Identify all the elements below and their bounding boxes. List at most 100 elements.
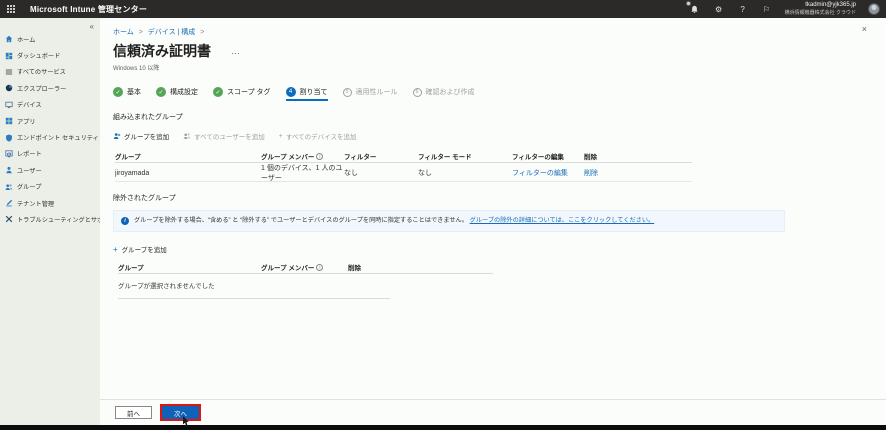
help-icon[interactable]: ? xyxy=(737,3,749,15)
next-button[interactable]: 次へ xyxy=(162,406,199,419)
feedback-flag-icon[interactable]: ⚐ xyxy=(761,3,773,15)
notification-badge xyxy=(685,1,691,6)
tenant-icon xyxy=(4,199,13,208)
col-edit-filter: フィルターの編集 xyxy=(512,153,564,161)
more-menu-icon[interactable]: … xyxy=(231,46,241,56)
group-icon xyxy=(4,182,13,191)
col-delete: 削除 xyxy=(584,153,597,161)
home-icon xyxy=(4,35,13,44)
monitor-icon xyxy=(4,100,13,109)
col-group: グループ xyxy=(115,153,141,161)
annotation-highlight-box: 次へ xyxy=(160,404,201,421)
sidebar-item-users[interactable]: ユーザー xyxy=(0,162,100,178)
excluded-groups-table-header: グループ グループ メンバー i 削除 xyxy=(118,260,493,275)
sidebar-nav: « ホーム ダッシュボード すべてのサービス エクスプローラー デバイス アプリ… xyxy=(0,18,100,425)
step-basics[interactable]: ✓ 基本 xyxy=(113,87,141,101)
step-review-create[interactable]: 6 確認および作成 xyxy=(412,87,475,101)
empty-state-text: グループが選択されませんでした xyxy=(118,274,390,300)
page-subtitle: Windows 10 以降 xyxy=(113,66,160,72)
notifications-bell-icon[interactable] xyxy=(685,1,701,15)
add-excluded-group-button[interactable]: + グループを追加 xyxy=(113,244,886,255)
previous-button[interactable]: 前へ xyxy=(115,406,152,419)
top-bar: Microsoft Intune 管理センター ⚙ ? ⚐ tkadmin@yj… xyxy=(0,0,886,18)
dashboard-icon xyxy=(4,51,13,60)
sidebar-item-home[interactable]: ホーム xyxy=(0,31,100,47)
step-number: 5 xyxy=(342,87,352,97)
add-people-icon xyxy=(183,132,191,141)
info-banner-link[interactable]: グループの除外の詳細については、ここをクリックしてください。 xyxy=(470,217,655,224)
sidebar-item-reports[interactable]: レポート xyxy=(0,146,100,162)
col-filter-mode: フィルター モード xyxy=(418,153,472,161)
cell-members: 1 個のデバイス、1 人のユーザー xyxy=(261,165,343,182)
info-banner-text: グループを除外する場合、“含める” と “除外する” でユーザーとデバイスのグル… xyxy=(134,217,655,224)
sidebar-item-dashboard[interactable]: ダッシュボード xyxy=(0,47,100,63)
account-info[interactable]: tkadmin@yjk365.jp 横浜情報機器株式会社 クラウド xyxy=(785,2,856,16)
col-members: グループ メンバー i xyxy=(261,262,348,272)
avatar[interactable] xyxy=(868,3,880,15)
main-content: ホーム > デバイス | 構成 > 信頼済み証明書 … Windows 10 以… xyxy=(100,18,886,425)
cell-group-name[interactable]: jiroyamada xyxy=(115,170,261,177)
sidebar-item-devices[interactable]: デバイス xyxy=(0,97,100,113)
plus-icon: + xyxy=(278,132,283,140)
check-icon: ✓ xyxy=(213,87,223,97)
sidebar-item-troubleshooting[interactable]: トラブルシューティングとサポート xyxy=(0,211,100,227)
add-group-button[interactable]: グループを追加 xyxy=(113,131,169,141)
check-icon: ✓ xyxy=(156,87,166,97)
sidebar-item-endpoint-security[interactable]: エンドポイント セキュリティ xyxy=(0,129,100,145)
cell-filter-mode: なし xyxy=(418,170,432,177)
add-all-devices-button[interactable]: + すべてのデバイスを追加 xyxy=(278,131,357,142)
col-group: グループ xyxy=(118,264,144,272)
wizard-steps: ✓ 基本 ✓ 構成設定 ✓ スコープ タグ 4 割り当て 5 適用性ルール 6 … xyxy=(113,87,886,101)
info-banner: i グループを除外する場合、“含める” と “除外する” でユーザーとデバイスの… xyxy=(113,210,785,233)
sidebar-item-apps[interactable]: アプリ xyxy=(0,113,100,129)
excluded-groups-table: グループ グループ メンバー i 削除 グループが選択されませんでした xyxy=(118,260,493,300)
page-title: 信頼済み証明書 xyxy=(113,43,211,59)
check-icon: ✓ xyxy=(113,87,123,97)
user-icon xyxy=(4,166,13,175)
add-person-icon xyxy=(113,132,121,141)
sidebar-item-explorer[interactable]: エクスプローラー xyxy=(0,80,100,96)
included-groups-toolbar: グループを追加 すべてのユーザーを追加 + すべてのデバイスを追加 xyxy=(113,131,886,141)
add-all-users-button[interactable]: すべてのユーザーを追加 xyxy=(183,131,265,141)
step-applicability-rules[interactable]: 5 適用性ルール xyxy=(342,87,398,101)
sidebar-item-tenant-admin[interactable]: テナント管理 xyxy=(0,195,100,211)
cell-filter: なし xyxy=(344,170,358,177)
included-groups-heading: 組み込まれたグループ xyxy=(113,114,183,121)
sidebar-collapse-icon[interactable]: « xyxy=(90,22,94,31)
app-launcher-icon[interactable] xyxy=(2,0,20,18)
plus-icon: + xyxy=(113,244,118,254)
delete-link[interactable]: 削除 xyxy=(584,168,630,178)
close-icon[interactable]: × xyxy=(862,24,867,34)
account-email: tkadmin@yjk365.jp xyxy=(805,2,856,9)
shield-icon xyxy=(4,133,13,142)
sidebar-item-all-services[interactable]: すべてのサービス xyxy=(0,64,100,80)
list-icon xyxy=(4,67,13,76)
info-icon: i xyxy=(316,264,324,272)
excluded-groups-heading: 除外されたグループ xyxy=(113,195,176,202)
settings-gear-icon[interactable]: ⚙ xyxy=(713,3,725,15)
col-filter: フィルター xyxy=(344,153,377,161)
col-members: グループ メンバー i xyxy=(261,151,344,161)
included-groups-table-header: グループ グループ メンバー i フィルター フィルター モード フィルターの編集… xyxy=(115,149,692,163)
info-icon: i xyxy=(316,153,324,160)
explorer-icon xyxy=(4,84,13,93)
step-number: 6 xyxy=(412,87,422,97)
troubleshoot-icon xyxy=(4,215,13,224)
table-row: jiroyamada 1 個のデバイス、1 人のユーザー なし なし フィルター… xyxy=(115,163,692,182)
letterbox-band xyxy=(0,425,886,430)
step-assignments[interactable]: 4 割り当て xyxy=(285,87,328,101)
step-configuration[interactable]: ✓ 構成設定 xyxy=(156,87,198,101)
edit-filter-link[interactable]: フィルターの編集 xyxy=(512,168,584,178)
breadcrumb-devices-config[interactable]: デバイス | 構成 xyxy=(148,29,196,36)
included-groups-table: グループ グループ メンバー i フィルター フィルター モード フィルターの編集… xyxy=(115,149,692,182)
info-icon: i xyxy=(121,217,129,225)
breadcrumb: ホーム > デバイス | 構成 > xyxy=(113,29,205,36)
account-organization: 横浜情報機器株式会社 クラウド xyxy=(784,9,856,16)
app-title: Microsoft Intune 管理センター xyxy=(30,4,148,14)
step-scope-tags[interactable]: ✓ スコープ タグ xyxy=(213,87,271,101)
breadcrumb-home[interactable]: ホーム xyxy=(113,29,134,36)
report-chart-icon xyxy=(4,149,13,158)
apps-grid-icon xyxy=(4,117,13,126)
sidebar-item-groups[interactable]: グループ xyxy=(0,179,100,195)
col-delete: 削除 xyxy=(348,264,361,272)
